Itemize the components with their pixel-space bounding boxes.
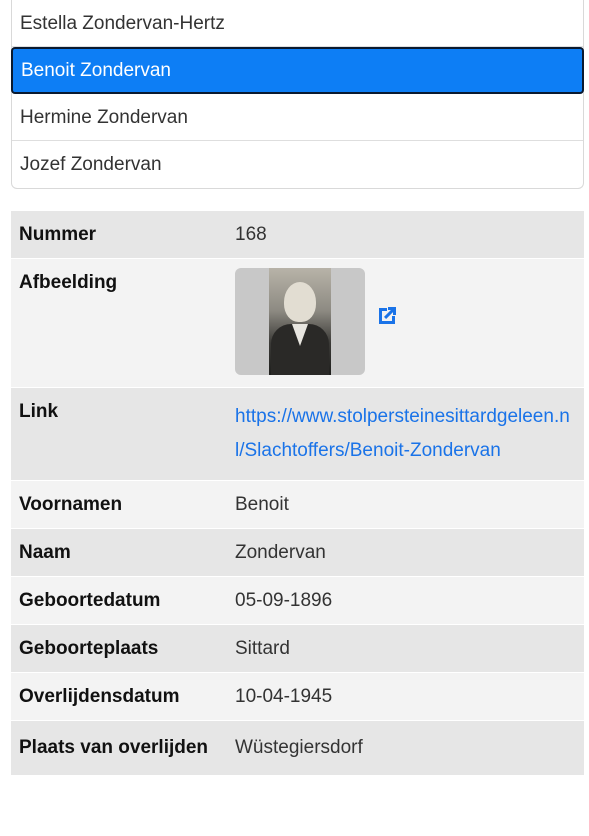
row-value: 10-04-1945 <box>227 672 584 721</box>
image-cell <box>227 258 584 388</box>
row-value: Sittard <box>227 624 584 673</box>
row-value: 168 <box>227 211 584 259</box>
table-row: Voornamen Benoit <box>11 480 584 529</box>
photo-wrap <box>235 268 576 375</box>
portrait-head <box>284 282 316 322</box>
table-row: Naam Zondervan <box>11 528 584 577</box>
list-item[interactable]: Estella Zondervan-Hertz <box>12 0 583 47</box>
table-row: Geboortedatum 05-09-1896 <box>11 576 584 625</box>
row-label: Geboorteplaats <box>11 624 227 673</box>
table-row: Geboorteplaats Sittard <box>11 624 584 673</box>
portrait-thumbnail[interactable] <box>235 268 365 375</box>
row-label: Afbeelding <box>11 258 227 388</box>
row-value: Benoit <box>227 480 584 529</box>
row-label: Link <box>11 387 227 481</box>
external-link-icon[interactable] <box>375 304 399 328</box>
table-row: Overlijdensdatum 10-04-1945 <box>11 672 584 721</box>
row-label: Plaats van overlijden <box>11 720 227 776</box>
list-item[interactable]: Hermine Zondervan <box>12 94 583 141</box>
page: Estella Zondervan-Hertz Benoit Zondervan… <box>0 0 589 836</box>
row-label: Geboortedatum <box>11 576 227 625</box>
row-label: Voornamen <box>11 480 227 529</box>
row-label: Naam <box>11 528 227 577</box>
table-row: Link https://www.stolpersteinesittardgel… <box>11 387 584 481</box>
people-list: Estella Zondervan-Hertz Benoit Zondervan… <box>11 0 584 189</box>
table-row: Afbeelding <box>11 258 584 388</box>
row-value: Wüstegiersdorf <box>227 720 584 776</box>
row-value: Zondervan <box>227 528 584 577</box>
table-row: Nummer 168 <box>11 211 584 259</box>
list-item-selected[interactable]: Benoit Zondervan <box>11 47 584 94</box>
row-value: https://www.stolpersteinesittardgeleen.n… <box>227 387 584 481</box>
row-value: 05-09-1896 <box>227 576 584 625</box>
list-item[interactable]: Jozef Zondervan <box>12 141 583 188</box>
table-row: Plaats van overlijden Wüstegiersdorf <box>11 720 584 776</box>
row-label: Nummer <box>11 211 227 259</box>
row-label: Overlijdensdatum <box>11 672 227 721</box>
external-url-link[interactable]: https://www.stolpersteinesittardgeleen.n… <box>235 406 570 461</box>
details-table: Nummer 168 Afbeelding Link https://www.s… <box>11 211 584 776</box>
